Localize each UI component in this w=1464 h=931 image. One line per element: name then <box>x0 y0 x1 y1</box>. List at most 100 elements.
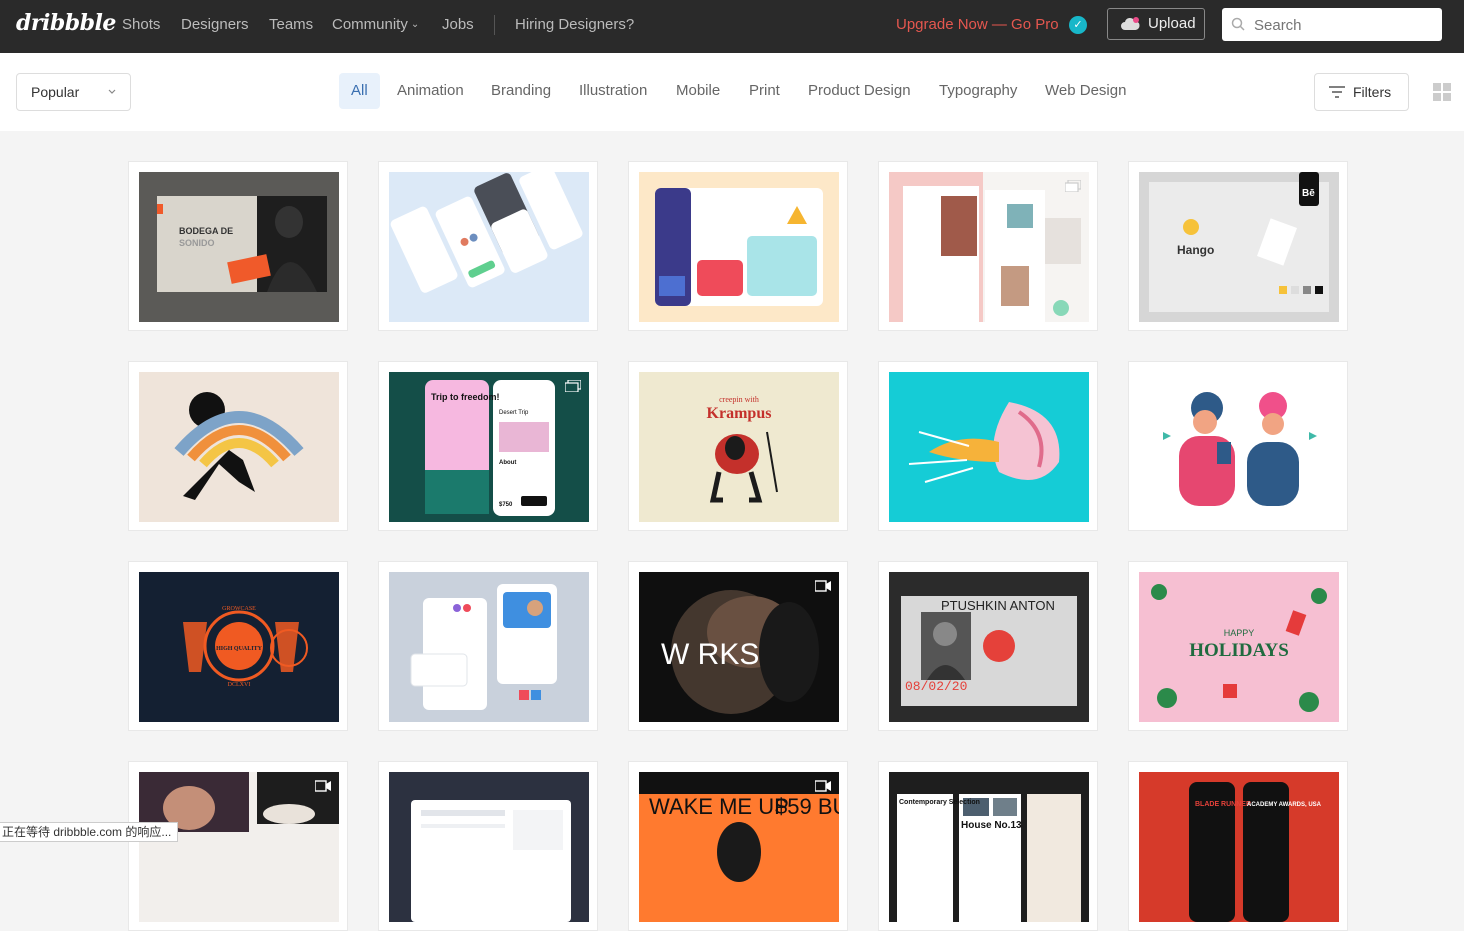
nav-community[interactable]: Community ⌄ <box>332 16 419 33</box>
shot-image <box>390 172 583 293</box>
category-typography[interactable]: Typography <box>939 73 1017 109</box>
filter-icon <box>1329 86 1345 98</box>
nav-jobs[interactable]: Jobs <box>442 16 474 33</box>
shot-card[interactable] <box>128 361 348 531</box>
upgrade-pro-link[interactable]: Upgrade Now — Go Pro <box>896 16 1059 33</box>
category-product-design[interactable]: Product Design <box>808 73 911 109</box>
shot-card[interactable] <box>378 761 598 931</box>
shot-text: creepin with <box>719 395 759 404</box>
shot-image <box>411 800 571 922</box>
shot-image: Trip to freedom! Desert Trip About $750 <box>425 380 555 516</box>
nav-shots[interactable]: Shots <box>122 16 160 33</box>
nav-divider <box>494 15 495 35</box>
shot-thumbnail[interactable]: BODEGA DE SONIDO <box>139 172 339 322</box>
shot-text: Desert Trip <box>499 410 529 416</box>
shot-card[interactable]: BLADE RUNNER ACADEMY AWARDS, USA <box>1128 761 1348 931</box>
shot-image: creepin with Krampus <box>707 395 778 503</box>
shot-card[interactable] <box>878 161 1098 331</box>
shot-image: Hango Bē <box>1149 172 1329 312</box>
shot-thumbnail[interactable] <box>1139 372 1339 522</box>
shot-thumbnail[interactable]: Hango Bē <box>1139 172 1339 322</box>
shot-thumbnail[interactable]: W RKS <box>639 572 839 722</box>
shot-card[interactable]: creepin with Krampus <box>628 361 848 531</box>
shot-image <box>889 172 1081 322</box>
shot-card[interactable] <box>1128 361 1348 531</box>
shot-image <box>1163 392 1317 506</box>
search-box[interactable] <box>1222 8 1442 43</box>
shot-card[interactable]: Trip to freedom! Desert Trip About $750 <box>378 361 598 531</box>
shot-card[interactable] <box>878 361 1098 531</box>
nav-designers[interactable]: Designers <box>181 16 249 33</box>
shot-card[interactable]: GROWCASE HIGH QUALITY DCLXVI <box>128 561 348 731</box>
shot-card[interactable] <box>128 761 348 931</box>
category-illustration[interactable]: Illustration <box>579 73 647 109</box>
shot-text: HAPPY <box>1224 628 1255 638</box>
shot-thumbnail[interactable]: Contemporary Selection House No.13 <box>889 772 1089 922</box>
shot-thumbnail[interactable] <box>389 772 589 922</box>
category-animation[interactable]: Animation <box>397 73 464 109</box>
shot-text: House No.13 <box>961 820 1022 831</box>
shot-thumbnail[interactable] <box>389 172 589 322</box>
shot-text: Krampus <box>707 405 772 422</box>
shot-thumbnail[interactable] <box>139 372 339 522</box>
shot-image: WAKE ME UP $59 BUY <box>639 772 839 882</box>
shot-card[interactable]: Hango Bē <box>1128 161 1348 331</box>
category-all[interactable]: All <box>339 73 380 109</box>
shot-text: $59 BUY <box>775 794 839 819</box>
shot-card[interactable]: W RKS <box>628 561 848 731</box>
shot-card[interactable] <box>628 161 848 331</box>
shot-thumbnail[interactable] <box>139 772 339 922</box>
category-mobile[interactable]: Mobile <box>676 73 720 109</box>
shot-text: BODEGA DE <box>179 226 233 236</box>
chevron-down-icon <box>108 89 116 94</box>
shot-image: W RKS <box>639 572 839 722</box>
shot-thumbnail[interactable]: PTUSHKIN ANTON 08/02/20 <box>889 572 1089 722</box>
shot-text: W RKS <box>661 638 759 671</box>
shot-thumbnail[interactable] <box>389 572 589 722</box>
category-branding[interactable]: Branding <box>491 73 551 109</box>
shot-thumbnail[interactable]: GROWCASE HIGH QUALITY DCLXVI <box>139 572 339 722</box>
filters-label: Filters <box>1353 84 1392 100</box>
shot-text: DCLXVI <box>228 682 251 688</box>
shot-thumbnail[interactable]: WAKE ME UP $59 BUY <box>639 772 839 922</box>
svg-text:Bē: Bē <box>1302 188 1315 199</box>
shot-card[interactable]: HAPPY HOLIDAYS <box>1128 561 1348 731</box>
upload-label: Upload <box>1148 15 1196 32</box>
sort-dropdown[interactable]: Popular <box>16 73 131 111</box>
category-print[interactable]: Print <box>749 73 780 109</box>
upload-button[interactable]: Upload <box>1107 8 1205 40</box>
filters-button[interactable]: Filters <box>1314 73 1409 111</box>
shot-text: About <box>499 460 516 466</box>
grid-view-icon[interactable] <box>1433 83 1451 101</box>
shot-thumbnail[interactable]: Trip to freedom! Desert Trip About $750 <box>389 372 589 522</box>
shot-image <box>174 392 304 500</box>
shot-thumbnail[interactable]: creepin with Krampus <box>639 372 839 522</box>
shot-card[interactable]: BODEGA DE SONIDO <box>128 161 348 331</box>
filter-bar: Popular All Animation Branding Illustrat… <box>0 53 1464 131</box>
shot-card[interactable] <box>378 561 598 731</box>
shot-thumbnail[interactable] <box>889 372 1089 522</box>
shot-thumbnail[interactable]: BLADE RUNNER ACADEMY AWARDS, USA <box>1139 772 1339 922</box>
shot-image <box>410 584 557 710</box>
nav-teams[interactable]: Teams <box>269 16 313 33</box>
nav-hiring-designers[interactable]: Hiring Designers? <box>515 16 634 33</box>
dribbble-logo[interactable]: dribbble <box>16 10 116 36</box>
top-navigation: dribbble Shots Designers Teams Community… <box>0 0 1464 53</box>
shot-text: Contemporary Selection <box>899 799 980 806</box>
shot-thumbnail[interactable] <box>889 172 1089 322</box>
pro-badge-icon[interactable]: ✓ <box>1069 16 1087 34</box>
shot-image: Contemporary Selection House No.13 <box>897 794 1081 922</box>
video-icon <box>815 780 831 792</box>
shot-thumbnail[interactable] <box>639 172 839 322</box>
video-icon <box>315 780 331 792</box>
shot-card[interactable] <box>378 161 598 331</box>
category-web-design[interactable]: Web Design <box>1045 73 1126 109</box>
shot-image: BLADE RUNNER ACADEMY AWARDS, USA <box>1189 782 1322 922</box>
shot-card[interactable]: WAKE ME UP $59 BUY <box>628 761 848 931</box>
shot-thumbnail[interactable]: HAPPY HOLIDAYS <box>1139 572 1339 722</box>
search-input[interactable] <box>1252 8 1436 43</box>
shot-card[interactable]: Contemporary Selection House No.13 <box>878 761 1098 931</box>
shot-image: BODEGA DE SONIDO <box>157 196 327 292</box>
shot-card[interactable]: PTUSHKIN ANTON 08/02/20 <box>878 561 1098 731</box>
shot-image <box>655 188 823 306</box>
